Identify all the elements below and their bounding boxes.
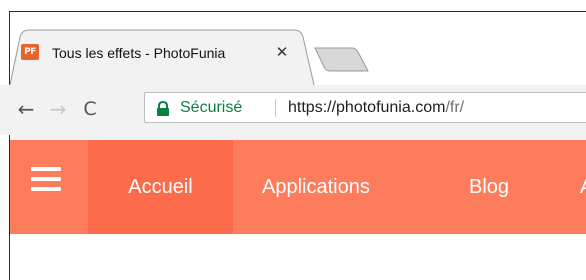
hamburger-menu-icon[interactable] [10, 140, 88, 234]
forward-arrow-icon[interactable]: → [46, 97, 70, 121]
tab-close-icon[interactable]: ✕ [275, 43, 289, 61]
nav-item-accueil[interactable]: Accueil [88, 140, 233, 234]
url-text[interactable]: https://photofunia.com/fr/ [288, 97, 464, 119]
lock-icon [157, 101, 169, 116]
tab-title-fade [228, 40, 264, 64]
new-tab-button[interactable] [314, 47, 370, 73]
nav-item-truncated[interactable]: A [580, 140, 586, 234]
url-path: /fr/ [445, 99, 465, 116]
nav-item-applications[interactable]: Applications [262, 140, 370, 234]
nav-item-blog[interactable]: Blog [469, 140, 509, 234]
url-host: https://photofunia.com [288, 99, 446, 116]
back-arrow-icon[interactable]: ← [14, 97, 38, 121]
address-separator [275, 99, 276, 117]
page-content [10, 234, 586, 280]
reload-icon[interactable]: C [78, 97, 102, 121]
photofunia-favicon-icon: PF [21, 44, 39, 60]
secure-label: Sécurisé [180, 99, 243, 116]
